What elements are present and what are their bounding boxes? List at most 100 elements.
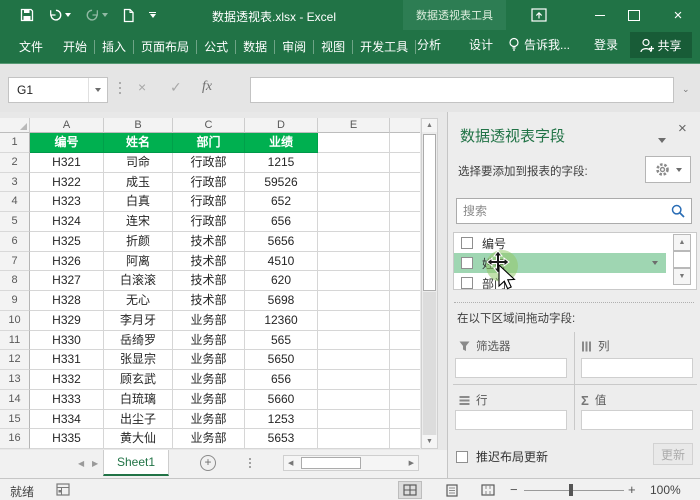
- row-header[interactable]: 7: [0, 251, 30, 272]
- cell[interactable]: [318, 152, 390, 173]
- cell[interactable]: 业务部: [173, 429, 245, 449]
- save-icon[interactable]: [20, 8, 34, 22]
- horizontal-scrollbar[interactable]: ◀ ▶: [283, 455, 419, 471]
- row-header[interactable]: 16: [0, 429, 30, 449]
- field-list-scrollbar[interactable]: ▲ ▼: [673, 234, 691, 288]
- cell[interactable]: [390, 389, 420, 410]
- cell[interactable]: H331: [30, 350, 104, 370]
- cell[interactable]: [390, 271, 420, 291]
- cell[interactable]: [390, 192, 420, 212]
- cell[interactable]: [318, 133, 390, 153]
- cell[interactable]: 阿离: [104, 251, 173, 272]
- list-scroll-down-arrow[interactable]: ▼: [673, 268, 691, 285]
- redo-button[interactable]: [85, 8, 108, 22]
- cell[interactable]: 565: [245, 330, 318, 351]
- cell[interactable]: [318, 330, 390, 351]
- zoom-slider-track[interactable]: [524, 490, 624, 491]
- page-break-preview-icon[interactable]: [476, 481, 500, 499]
- cell[interactable]: [318, 172, 390, 193]
- cell[interactable]: [318, 291, 390, 311]
- row-header[interactable]: 12: [0, 350, 30, 370]
- cell[interactable]: 行政部: [173, 172, 245, 193]
- cell[interactable]: 业务部: [173, 370, 245, 390]
- cell[interactable]: 折颜: [104, 231, 173, 252]
- column-header[interactable]: C: [173, 118, 245, 133]
- zoom-in-button[interactable]: +: [628, 482, 636, 497]
- row-header[interactable]: 15: [0, 409, 30, 430]
- cell[interactable]: [318, 409, 390, 430]
- cell[interactable]: H332: [30, 370, 104, 390]
- cell[interactable]: 652: [245, 192, 318, 212]
- row-header[interactable]: 6: [0, 231, 30, 252]
- share-button[interactable]: 共享: [630, 32, 692, 58]
- insert-function-icon[interactable]: fx: [202, 79, 212, 95]
- cell[interactable]: H327: [30, 271, 104, 291]
- cell[interactable]: 岳绮罗: [104, 330, 173, 351]
- column-header[interactable]: B: [104, 118, 173, 133]
- cell[interactable]: H328: [30, 291, 104, 311]
- defer-layout-checkbox[interactable]: [456, 450, 468, 463]
- cell[interactable]: H321: [30, 152, 104, 173]
- tab-review[interactable]: 审阅: [275, 37, 313, 57]
- field-checkbox[interactable]: [461, 257, 473, 269]
- cell[interactable]: 业绩: [245, 133, 318, 153]
- cell[interactable]: 5660: [245, 389, 318, 410]
- cell[interactable]: 顾玄武: [104, 370, 173, 390]
- maximize-button[interactable]: [624, 5, 644, 25]
- row-header[interactable]: 1: [0, 133, 30, 153]
- formula-input[interactable]: [250, 77, 674, 103]
- cell[interactable]: 5698: [245, 291, 318, 311]
- cell[interactable]: 59526: [245, 172, 318, 193]
- tell-me-button[interactable]: 告诉我...: [508, 36, 570, 53]
- cell[interactable]: 编号: [30, 133, 104, 153]
- search-icon[interactable]: [671, 204, 685, 218]
- enter-check-icon[interactable]: ✓: [170, 79, 182, 96]
- cell[interactable]: 1215: [245, 152, 318, 173]
- cell[interactable]: 业务部: [173, 389, 245, 410]
- scroll-left-arrow[interactable]: ◀: [288, 459, 293, 467]
- tab-data[interactable]: 数据: [236, 37, 274, 57]
- cell[interactable]: [390, 231, 420, 252]
- cell[interactable]: H325: [30, 231, 104, 252]
- cell[interactable]: 5656: [245, 231, 318, 252]
- cell[interactable]: [318, 231, 390, 252]
- select-all-corner[interactable]: [0, 118, 30, 133]
- zoom-slider-thumb[interactable]: [569, 484, 573, 496]
- tab-design[interactable]: 设计: [456, 36, 506, 53]
- cell[interactable]: 技术部: [173, 251, 245, 272]
- cell[interactable]: [318, 370, 390, 390]
- new-sheet-button[interactable]: +: [200, 455, 216, 471]
- cell[interactable]: 656: [245, 212, 318, 232]
- tab-insert[interactable]: 插入: [95, 37, 133, 57]
- scroll-down-arrow[interactable]: ▼: [422, 435, 437, 448]
- cell[interactable]: [318, 429, 390, 449]
- cell[interactable]: 技术部: [173, 231, 245, 252]
- cell[interactable]: [390, 251, 420, 272]
- cell[interactable]: [390, 291, 420, 311]
- cell[interactable]: [390, 409, 420, 430]
- cell[interactable]: 行政部: [173, 212, 245, 232]
- cell[interactable]: 656: [245, 370, 318, 390]
- cell[interactable]: [390, 310, 420, 331]
- tab-analyze[interactable]: 分析: [404, 36, 454, 53]
- cancel-icon[interactable]: ×: [138, 79, 146, 95]
- cell[interactable]: 5650: [245, 350, 318, 370]
- cell[interactable]: [390, 429, 420, 449]
- tab-page-layout[interactable]: 页面布局: [134, 37, 196, 57]
- name-box-caret[interactable]: [95, 88, 101, 92]
- cell[interactable]: H326: [30, 251, 104, 272]
- column-header[interactable]: E: [318, 118, 390, 133]
- cell[interactable]: [390, 133, 420, 153]
- row-header[interactable]: 8: [0, 271, 30, 291]
- panel-options-caret[interactable]: [658, 130, 666, 148]
- sign-in-button[interactable]: 登录: [594, 36, 618, 53]
- cell[interactable]: [390, 212, 420, 232]
- row-header[interactable]: 9: [0, 291, 30, 311]
- column-header[interactable]: D: [245, 118, 318, 133]
- tab-home[interactable]: 开始: [56, 37, 94, 57]
- expand-formula-bar-icon[interactable]: ⌄: [682, 84, 690, 95]
- row-header[interactable]: 13: [0, 370, 30, 390]
- cell[interactable]: 4510: [245, 251, 318, 272]
- cell[interactable]: 成玉: [104, 172, 173, 193]
- cell[interactable]: 1253: [245, 409, 318, 430]
